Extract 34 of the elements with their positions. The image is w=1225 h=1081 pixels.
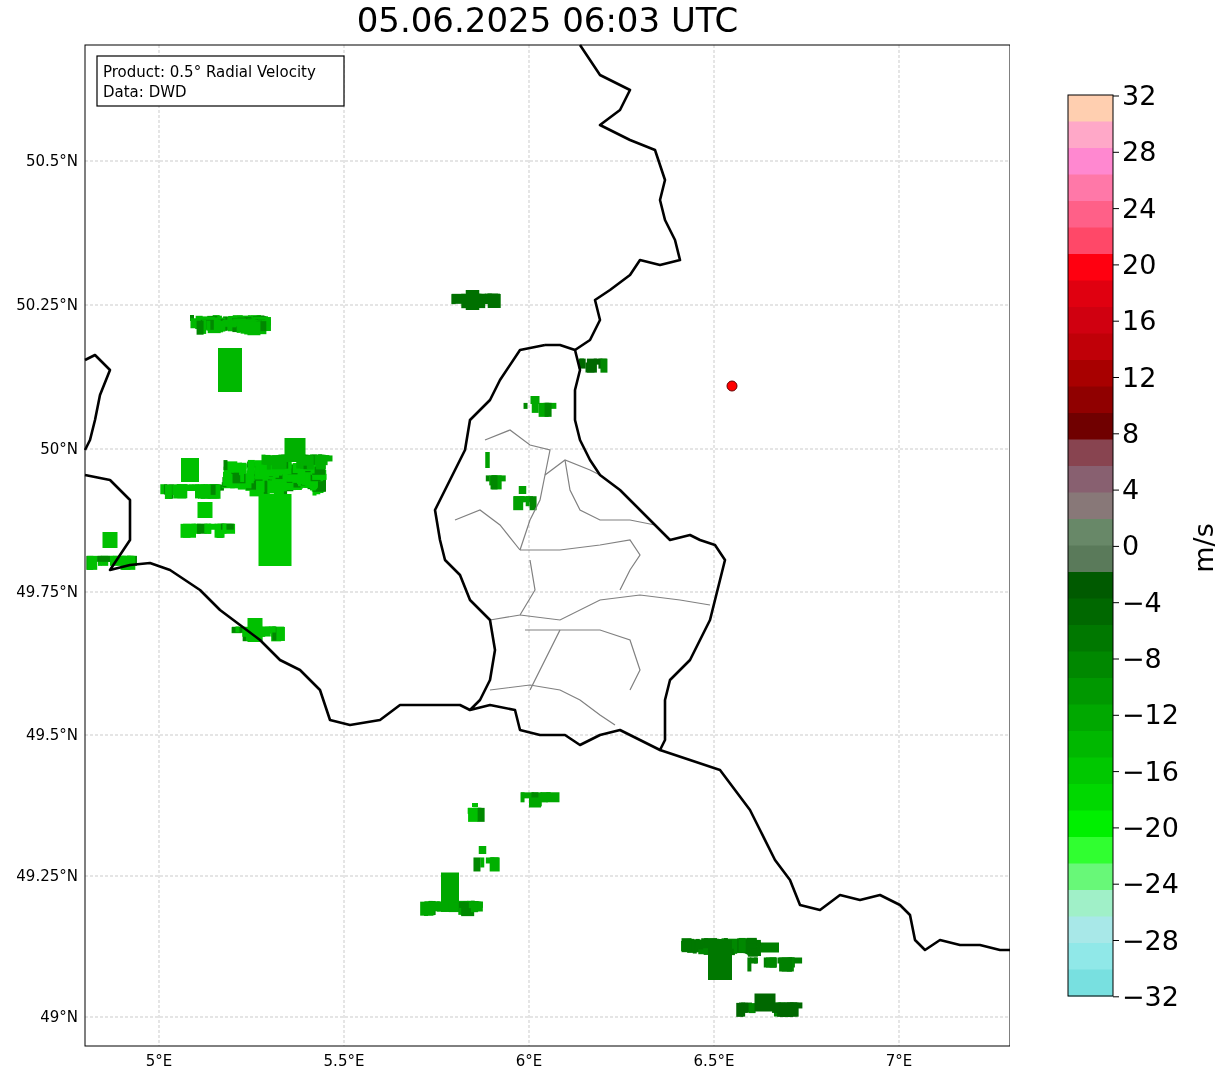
longitude-label: 6°E (515, 1052, 543, 1070)
colorbar-tick-label: 32 (1122, 80, 1157, 111)
radar-site-marker (726, 380, 738, 392)
latitude-label: 50.25°N (16, 296, 78, 314)
longitude-label: 6.5°E (693, 1052, 735, 1070)
colorbar-tick-label: 4 (1122, 474, 1140, 506)
longitude-label: 5°E (145, 1052, 173, 1070)
colorbar-tick-label: 12 (1122, 361, 1157, 393)
longitude-label: 5.5°E (323, 1052, 365, 1070)
latitude-label: 50°N (40, 440, 78, 458)
latitude-label: 49.75°N (16, 583, 78, 601)
colorbar-tick-label: 20 (1122, 248, 1157, 280)
colorbar-tick-label: −16 (1122, 755, 1179, 787)
info-text: Data: DWD (103, 83, 187, 101)
latitude-label: 50.5°N (25, 152, 78, 170)
longitude-label: 7°E (885, 1052, 913, 1070)
colorbar-tick-label: −24 (1122, 868, 1179, 900)
colorbar-tick-label: −12 (1122, 699, 1179, 731)
colorbar-tick-label: −28 (1122, 924, 1179, 956)
colorbar-tick-label: 8 (1122, 417, 1140, 449)
info-text: Product: 0.5° Radial Velocity (103, 63, 316, 81)
colorbar-tick-label: 16 (1122, 305, 1157, 337)
latitude-label: 49.25°N (16, 867, 78, 885)
colorbar-tick-label: −32 (1122, 980, 1179, 1012)
colorbar-tick-label: 0 (1122, 530, 1140, 562)
colorbar-tick-label: 24 (1122, 192, 1157, 224)
colorbar-tick-label: −8 (1122, 643, 1162, 674)
colorbar-unit-label: m/s (1188, 523, 1219, 573)
latitude-label: 49°N (40, 1008, 78, 1026)
colorbar-tick-label: −20 (1122, 811, 1179, 843)
colorbar-tick-label: −4 (1122, 586, 1162, 618)
colorbar-tick-label: 28 (1122, 136, 1157, 168)
chart-title: 05.06.2025 06:03 UTC (356, 0, 739, 40)
latitude-label: 49.5°N (25, 726, 78, 744)
